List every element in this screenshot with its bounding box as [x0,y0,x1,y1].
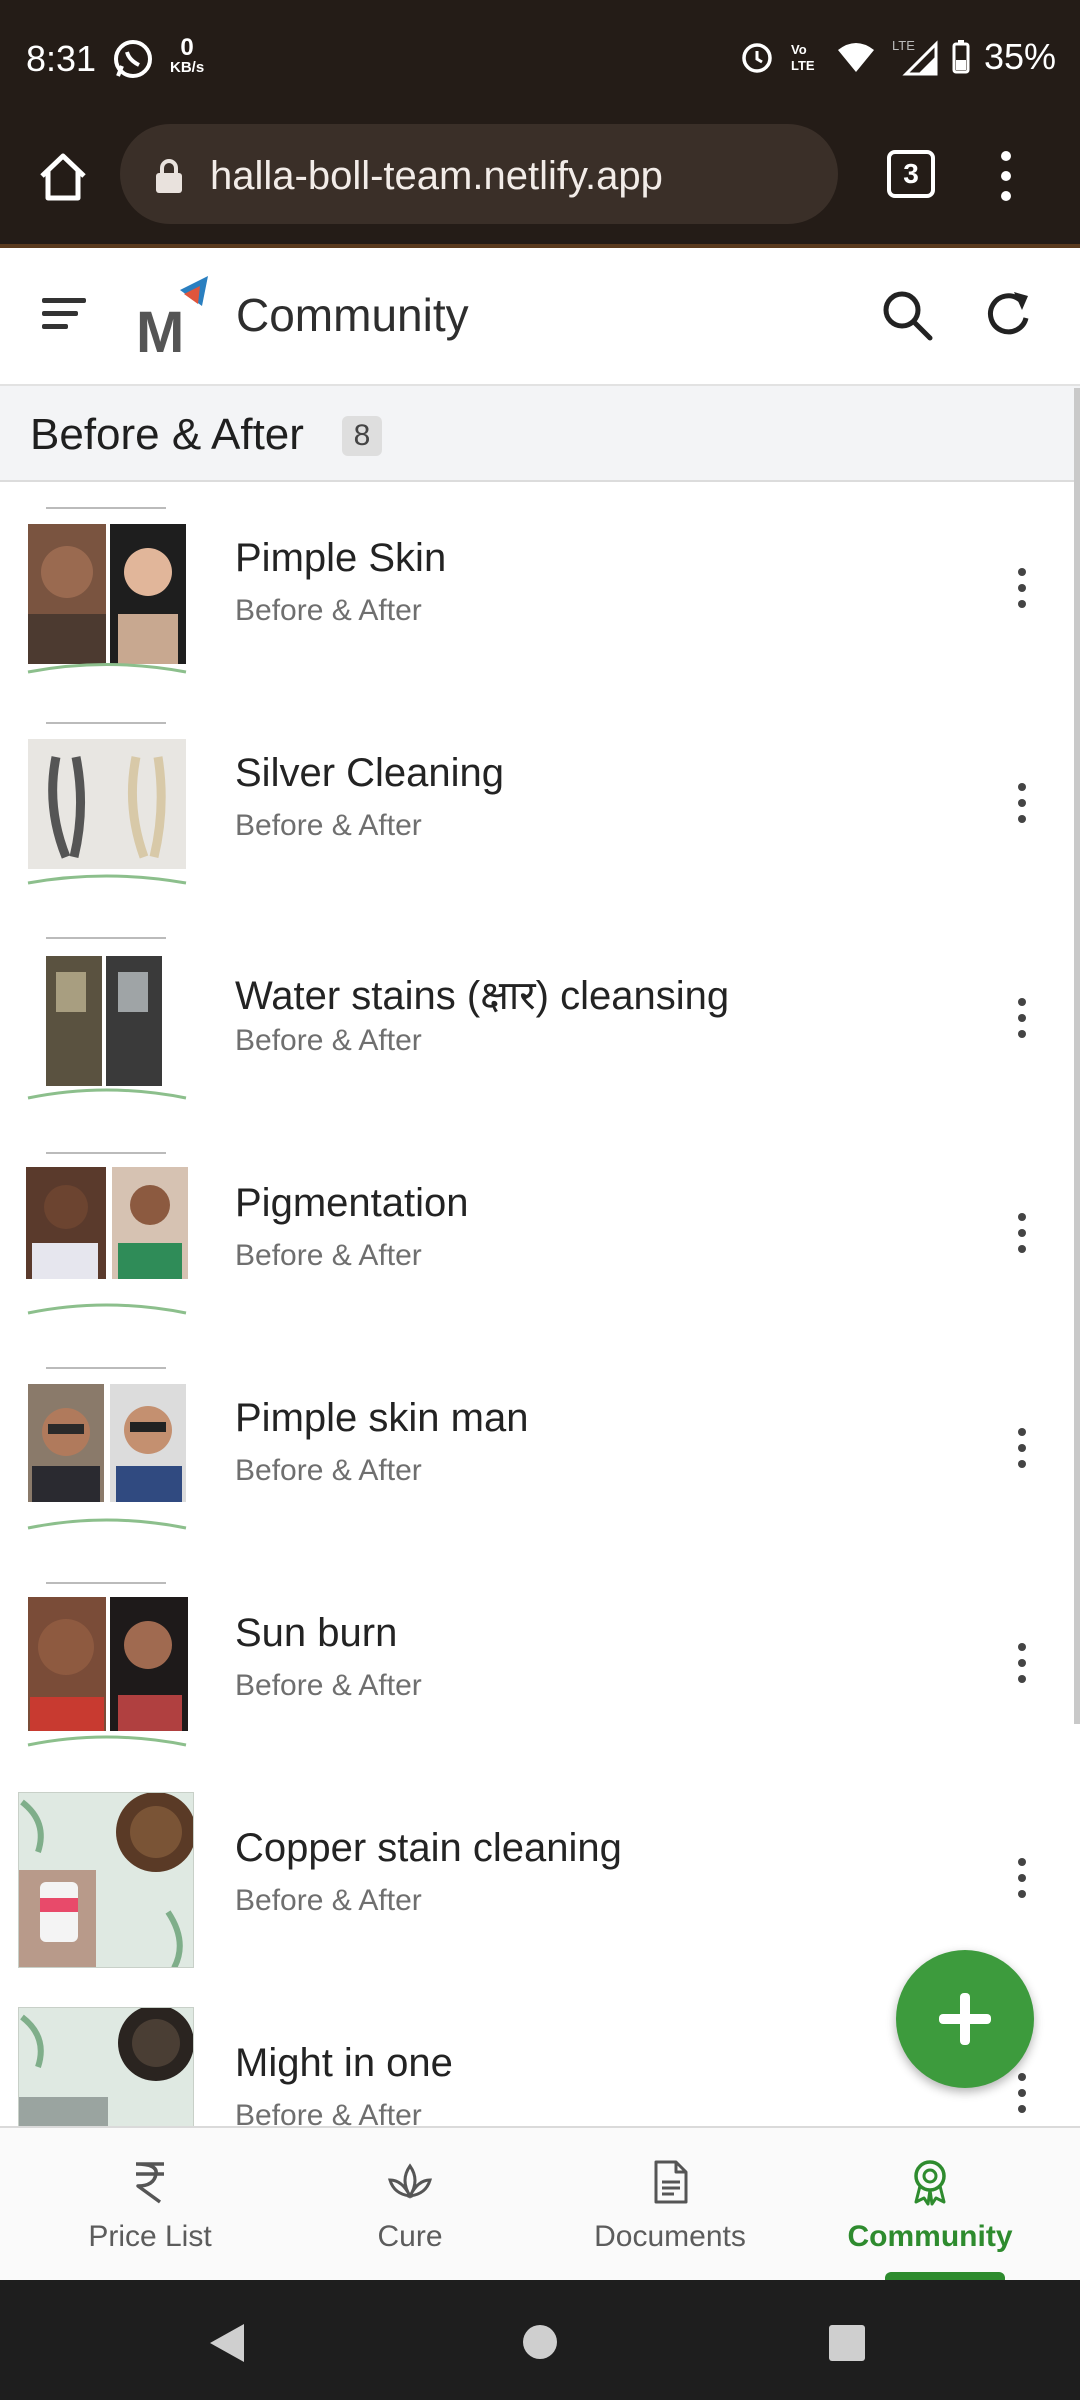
rupee-icon [135,2162,164,2204]
content-list: Pimple Skin Before & After Silver Cleani… [0,482,1080,2126]
status-time: 8:31 [26,38,97,79]
nav-label: Documents [594,2220,746,2253]
wifi-icon [837,43,874,72]
more-options-icon[interactable] [1012,996,1032,1040]
list-item[interactable]: Pimple skin man Before & After [0,1342,1080,1557]
svg-text:Vo: Vo [791,42,807,57]
bottom-navigation: Price List Cure Documents Community [0,2126,1080,2282]
item-subtitle: Before & After [235,1669,422,1702]
item-title: Silver Cleaning [235,751,505,795]
alarm-icon [742,43,772,73]
item-thumbnail [26,717,188,893]
menu-icon[interactable] [40,294,88,334]
item-thumbnail [26,502,188,678]
item-subtitle: Before & After [235,594,422,627]
more-options-icon[interactable] [1012,781,1032,825]
item-title: Pimple skin man [235,1396,529,1440]
item-title: Pigmentation [235,1181,469,1225]
item-subtitle: Before & After [235,1239,422,1272]
item-subtitle: Before & After [235,809,422,842]
svg-text:LTE: LTE [791,58,815,73]
lotus-icon [388,2163,432,2199]
battery-level: 35% [983,36,1056,77]
browser-menu-icon[interactable] [1000,146,1012,206]
list-item[interactable]: Sun burn Before & After [0,1557,1080,1772]
page-title: Community [236,289,469,341]
system-navigation-bar [0,2280,1080,2400]
signal-icon: LTE [892,38,938,76]
item-title: Copper stain cleaning [235,1826,622,1870]
item-title: Water stains (क्षार) cleansing [235,974,730,1018]
list-item[interactable]: Copper stain cleaning Before & After [0,1772,1080,1987]
tab-switcher-button[interactable]: 3 [887,150,935,198]
item-thumbnail [26,932,188,1108]
refresh-icon[interactable] [982,288,1036,342]
item-thumbnail [26,1362,188,1538]
nav-cure[interactable]: Cure [275,2128,545,2282]
item-thumbnail [18,1792,194,1968]
more-options-icon[interactable] [1012,1856,1032,1900]
plus-icon [939,1993,991,2045]
search-icon[interactable] [880,288,934,342]
volte-icon: VoLTE [791,42,815,73]
more-options-icon[interactable] [1012,2071,1032,2115]
item-subtitle: Before & After [235,1024,422,1057]
address-bar[interactable]: halla-boll-team.netlify.app [120,124,838,224]
more-options-icon[interactable] [1012,1426,1032,1470]
item-subtitle: Before & After [235,2099,422,2126]
item-title: Might in one [235,2041,453,2085]
more-options-icon[interactable] [1012,1641,1032,1685]
item-title: Pimple Skin [235,536,447,580]
battery-icon [952,40,970,74]
nav-documents[interactable]: Documents [535,2128,805,2282]
section-count-badge: 8 [342,416,382,456]
award-icon [914,2160,946,2206]
item-title: Sun burn [235,1611,398,1655]
app-logo: M [136,276,208,356]
section-header: Before & After 8 [0,386,1080,482]
home-icon[interactable] [34,148,92,206]
url-text: halla-boll-team.netlify.app [210,154,663,198]
section-title: Before & After [30,410,304,459]
svg-text:LTE: LTE [892,38,915,53]
more-options-icon[interactable] [1012,566,1032,610]
list-item[interactable]: Pimple Skin Before & After [0,482,1080,697]
app-bar: M Community [0,248,1080,386]
nav-label: Price List [88,2220,212,2253]
nav-label: Community [847,2220,1013,2253]
list-item[interactable]: Silver Cleaning Before & After [0,697,1080,912]
more-options-icon[interactable] [1012,1211,1032,1255]
item-subtitle: Before & After [235,1454,422,1487]
browser-toolbar: halla-boll-team.netlify.app 3 [0,120,1080,246]
whatsapp-icon [114,40,152,78]
recents-icon[interactable] [828,2324,866,2362]
lock-icon [156,159,182,193]
back-icon[interactable] [208,2322,246,2364]
status-bar: 8:31 0 KB/s Vo LTE LTE 35% [0,0,1080,120]
nav-price-list[interactable]: Price List [15,2128,285,2282]
net-speed: 0 KB/s [170,34,205,76]
home-button-icon[interactable] [522,2324,558,2360]
item-thumbnail [26,1577,188,1753]
status-icons: Vo LTE LTE 35% [740,36,1056,78]
nav-community[interactable]: Community [795,2128,1065,2282]
list-item[interactable]: Pigmentation Before & After [0,1127,1080,1342]
add-button[interactable] [896,1950,1034,2088]
svg-text:M: M [136,300,184,356]
list-item[interactable]: Water stains (क्षार) cleansing Before & … [0,912,1080,1127]
item-subtitle: Before & After [235,1884,422,1917]
item-thumbnail [18,2007,194,2126]
item-thumbnail [26,1147,188,1323]
nav-label: Cure [377,2220,443,2253]
document-icon [654,2160,688,2204]
